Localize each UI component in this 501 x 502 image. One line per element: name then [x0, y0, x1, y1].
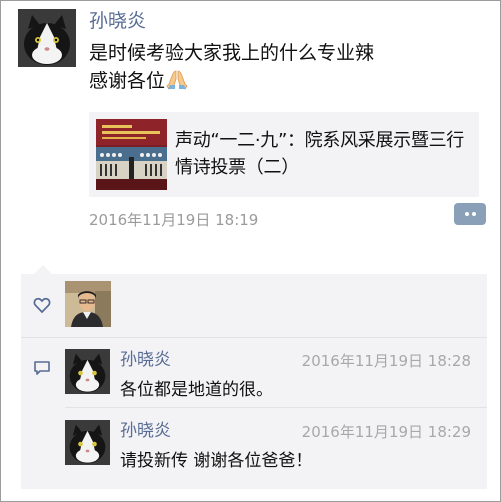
link-title: 声动“一二·九”：院系风采展示暨三行情诗投票（二）	[175, 130, 464, 178]
comment-timestamp: 2016年11月19日 18:28	[301, 352, 471, 370]
commenter-name[interactable]: 孙晓炎	[120, 420, 171, 442]
moment-post: 孙晓炎 是时候考验大家我上的什么专业辣 感谢各位 声动“一二·九”：院系风采展示…	[0, 0, 501, 502]
panel-pointer	[34, 265, 52, 274]
comment-timestamp: 2016年11月19日 18:29	[301, 423, 471, 441]
post-content: 是时候考验大家我上的什么专业辣 感谢各位	[89, 39, 374, 95]
praying-hands-icon	[166, 70, 188, 90]
post-timestamp: 2016年11月19日 18:19	[89, 211, 259, 229]
link-thumbnail	[96, 119, 167, 190]
comment-item[interactable]: 孙晓炎 2016年11月19日 18:29 请投新传 谢谢各位爸爸！	[65, 420, 485, 482]
heart-icon	[33, 296, 51, 314]
dot-icon	[464, 212, 469, 216]
shared-link-card[interactable]: 声动“一二·九”：院系风采展示暨三行情诗投票（二）	[89, 112, 479, 197]
divider	[21, 337, 487, 338]
comment-menu-button[interactable]	[454, 203, 486, 225]
commenter-avatar[interactable]	[65, 420, 110, 465]
author-avatar[interactable]	[18, 9, 76, 67]
post-line-2: 感谢各位	[89, 70, 166, 92]
dot-icon	[471, 212, 476, 216]
likes-row	[21, 274, 487, 337]
author-name[interactable]: 孙晓炎	[89, 9, 146, 33]
comment-item[interactable]: 孙晓炎 2016年11月19日 18:28 各位都是地道的很。	[65, 349, 485, 411]
likes-comments-panel: 孙晓炎 2016年11月19日 18:28 各位都是地道的很。 孙晓炎 2016…	[21, 274, 487, 489]
commenter-name[interactable]: 孙晓炎	[120, 349, 171, 371]
comment-icon	[33, 360, 51, 376]
comment-text: 各位都是地道的很。	[120, 380, 273, 400]
commenter-avatar[interactable]	[65, 349, 110, 394]
liker-avatar[interactable]	[65, 281, 111, 327]
post-line-1: 是时候考验大家我上的什么专业辣	[89, 42, 375, 64]
divider	[65, 407, 487, 408]
comment-text: 请投新传 谢谢各位爸爸！	[120, 451, 313, 471]
